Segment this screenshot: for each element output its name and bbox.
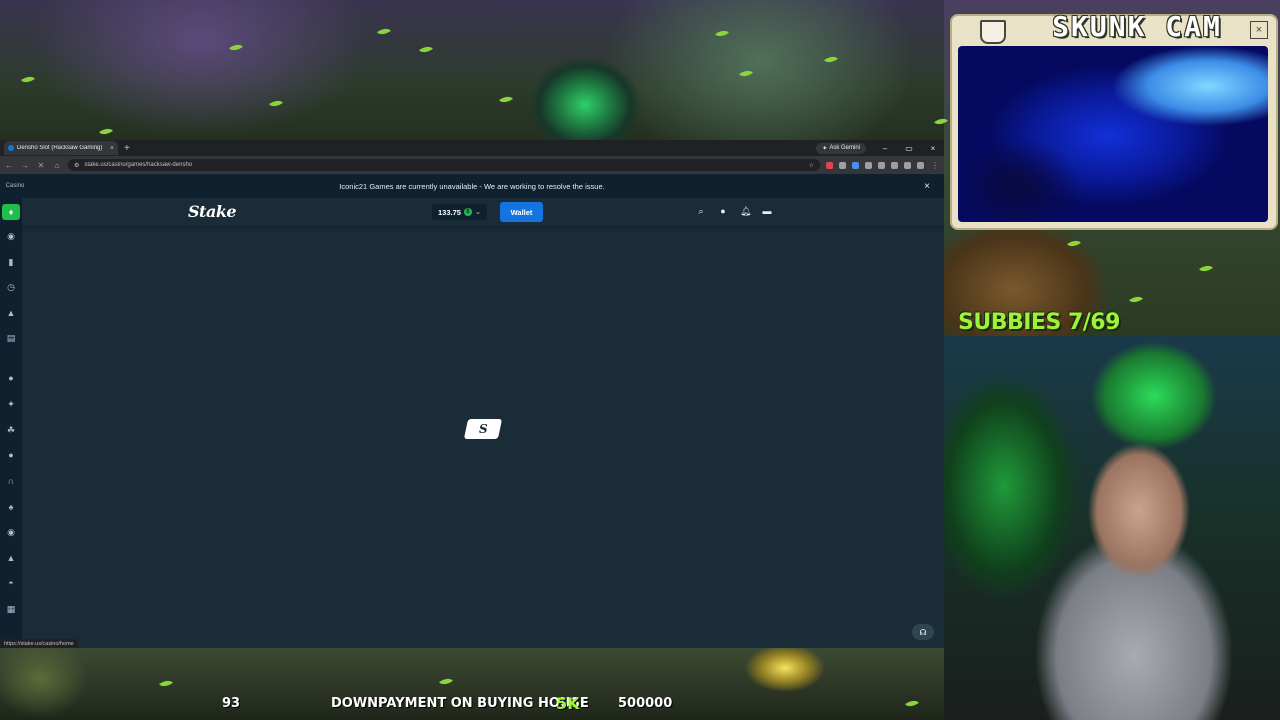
tab-title: Densho Slot (Hacksaw Gaming) [17, 145, 103, 151]
extension-icon[interactable] [839, 161, 846, 169]
stake-logo[interactable]: Stake [188, 202, 237, 221]
recent-icon[interactable]: ◷ [5, 281, 17, 293]
chevron-down-icon: ⌄ [474, 209, 481, 216]
chat-icon[interactable]: ▬ [762, 206, 772, 217]
blackjack-icon[interactable]: ◉ [5, 526, 17, 538]
ask-gemini-label: Ask Gemini [829, 145, 860, 151]
user-icon[interactable]: ● [718, 206, 728, 217]
stake-favicon-icon [8, 145, 14, 151]
skunk-cam-video [958, 46, 1268, 222]
bookmark-star-icon[interactable]: ☆ [809, 162, 814, 169]
skunk-cam-title: SKUNK CAM [1052, 10, 1222, 43]
notice-text: Iconic21 Games are currently unavailable… [339, 181, 605, 191]
notice-banner: Casino Iconic21 Games are currently unav… [0, 174, 944, 198]
notifications-icon[interactable]: 🔔︎ [740, 206, 751, 217]
tab-strip: Densho Slot (Hacksaw Gaming) × + ✦ Ask G… [0, 140, 944, 156]
window-controls: ✦ Ask Gemini – ▭ × [816, 140, 938, 156]
forward-icon[interactable]: → [20, 161, 30, 170]
search-icon[interactable]: ⌕ [696, 206, 706, 217]
address-bar[interactable]: ⚙ stake.us/casino/games/hacksaw-densho ☆ [68, 159, 820, 171]
stake-sidebar: ♦ ◉ ▮ ◷ ▲ ▤ ● ✦ ☘ ● ∩ ♠ ◉ ▲ ◓ ▦ [0, 198, 22, 648]
my-bets-icon[interactable]: ▤ [5, 332, 17, 344]
browser-window: Densho Slot (Hacksaw Gaming) × + ✦ Ask G… [0, 140, 944, 648]
exclusives-icon[interactable]: ✦ [5, 398, 17, 410]
close-window-button[interactable]: × [928, 144, 938, 153]
cup-icon [980, 20, 1006, 44]
challenges-icon[interactable]: ▲ [5, 307, 17, 319]
profile-icon[interactable] [917, 161, 924, 169]
tab-close-icon[interactable]: × [110, 145, 114, 152]
baccarat-icon[interactable]: ◓ [5, 577, 17, 589]
close-icon: × [1250, 21, 1268, 39]
stake-header: Stake 133.75 $ ⌄ Wallet ⌕ ● 🔔︎ ▬ [22, 198, 944, 226]
home-icon[interactable]: ⌂ [52, 161, 62, 170]
stop-loading-icon[interactable]: ✕ [36, 161, 46, 170]
extension-icon[interactable] [852, 161, 859, 169]
goal-ticker: 93 DOWNPAYMENT ON BUYING HOUSE 5K 500000 [0, 694, 944, 716]
site-info-icon[interactable]: ⚙ [74, 162, 79, 169]
new-tab-button[interactable]: + [124, 143, 130, 154]
live-support-icon[interactable]: ☊ [912, 624, 934, 640]
extension-icon[interactable] [826, 161, 833, 169]
header-icons: ⌕ ● 🔔︎ ▬ [696, 206, 772, 217]
back-icon[interactable]: ← [4, 161, 14, 170]
maximize-button[interactable]: ▭ [904, 144, 914, 153]
balance-value: 133.75 [438, 207, 461, 217]
bookmarks-icon[interactable] [891, 161, 898, 169]
balance-selector[interactable]: 133.75 $ ⌄ [432, 204, 487, 220]
ticker-goal-label: DOWNPAYMENT ON BUYING HOUSE [331, 696, 589, 711]
ticker-current: 5K [556, 694, 580, 713]
streamer-webcam [944, 336, 1280, 720]
game-shows-icon[interactable]: ∩ [5, 475, 17, 487]
wallet-button[interactable]: Wallet [500, 202, 543, 222]
loader-glyph: S [478, 422, 488, 436]
casino-tag[interactable]: Casino [0, 174, 30, 198]
downloads-icon[interactable] [904, 161, 911, 169]
live-casino-icon[interactable]: ● [5, 449, 17, 461]
minimize-button[interactable]: – [880, 144, 890, 153]
gemini-icon: ✦ [822, 145, 828, 152]
extensions-puzzle-icon[interactable] [865, 161, 872, 169]
sweeps-coin-icon: $ [463, 208, 472, 216]
address-url: stake.us/casino/games/hacksaw-densho [84, 162, 193, 168]
roulette-icon[interactable]: ▲ [5, 552, 17, 564]
subbies-counter: SUBBIES 7/69 [958, 310, 1120, 335]
casino-icon[interactable]: ♦ [2, 204, 20, 220]
side-panel-icon[interactable] [878, 161, 885, 169]
notice-close-icon[interactable]: × [924, 181, 930, 192]
stake-site: Casino Iconic21 Games are currently unav… [0, 174, 944, 648]
originals-icon[interactable]: ● [5, 372, 17, 384]
ticker-target: 500000 [618, 696, 673, 711]
ask-gemini-button[interactable]: ✦ Ask Gemini [816, 142, 866, 154]
slots-icon[interactable]: ☘ [5, 424, 17, 436]
favourites-icon[interactable]: ▮ [5, 256, 17, 268]
browser-menu-icon[interactable]: ⋮ [930, 161, 940, 170]
all-games-icon[interactable]: ▦ [5, 603, 17, 615]
status-bar: https://stake.us/casino/home [0, 639, 78, 648]
stake-poker-icon[interactable]: ♠ [5, 501, 17, 513]
stake-loading-logo: S [463, 419, 503, 439]
browser-toolbar: ← → ✕ ⌂ ⚙ stake.us/casino/games/hacksaw-… [0, 156, 944, 174]
sports-icon[interactable]: ◉ [5, 230, 17, 242]
browser-tab[interactable]: Densho Slot (Hacksaw Gaming) × [4, 141, 118, 155]
ticker-count: 93 [222, 696, 241, 711]
